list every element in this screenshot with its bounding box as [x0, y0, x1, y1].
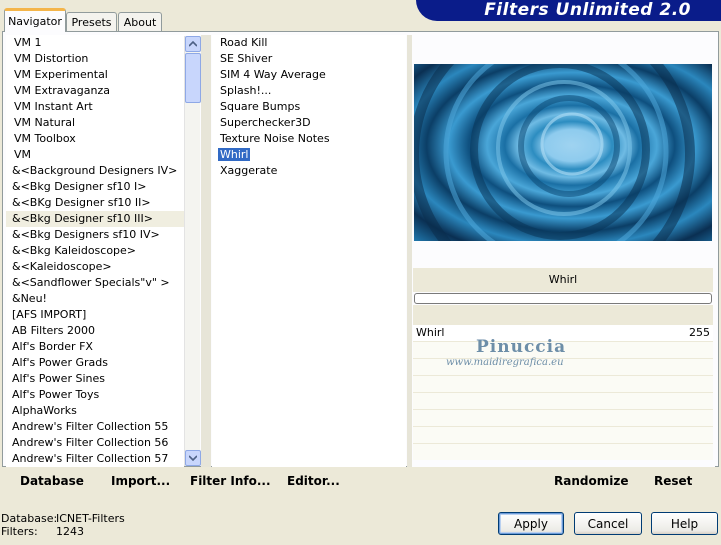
- filter-item[interactable]: Splash!...: [212, 83, 406, 99]
- category-item[interactable]: &<Kaleidoscope>: [6, 259, 184, 275]
- category-item[interactable]: VM Natural: [6, 115, 184, 131]
- database-status-label: Database:: [1, 512, 58, 525]
- category-item[interactable]: Andrew's Filter Collection 55: [6, 419, 184, 435]
- category-item[interactable]: AlphaWorks: [6, 403, 184, 419]
- category-item[interactable]: &<Bkg Designer sf10 III>: [6, 211, 184, 227]
- filter-item[interactable]: Road Kill: [212, 35, 406, 51]
- help-button[interactable]: Help: [651, 512, 718, 535]
- filter-item[interactable]: Square Bumps: [212, 99, 406, 115]
- chevron-down-icon: [189, 455, 197, 461]
- category-item[interactable]: Alf's Power Sines: [6, 371, 184, 387]
- filter-item-label: SIM 4 Way Average: [220, 68, 326, 81]
- app-title-banner: Filters Unlimited 2.0: [416, 0, 721, 21]
- apply-button[interactable]: Apply: [498, 512, 564, 535]
- tab-presets[interactable]: Presets: [66, 12, 117, 31]
- filter-item-label: Xaggerate: [220, 164, 278, 177]
- category-item[interactable]: &Neu!: [6, 291, 184, 307]
- category-item[interactable]: VM 1: [6, 35, 184, 51]
- filter-item-label: Whirl: [218, 148, 251, 161]
- category-item[interactable]: Alf's Power Grads: [6, 355, 184, 371]
- chevron-up-icon: [189, 41, 197, 47]
- filters-count-value: 1243: [56, 525, 84, 538]
- empty-param-slot: [413, 392, 713, 409]
- database-status-value: ICNET-Filters: [56, 512, 125, 525]
- category-item[interactable]: VM Distortion: [6, 51, 184, 67]
- category-list[interactable]: VM 1 VM Distortion VM Experimental VM Extra…: [6, 35, 184, 467]
- category-item[interactable]: Alf's Power Toys: [6, 387, 184, 403]
- filter-item-label: Square Bumps: [220, 100, 301, 113]
- filter-item-label: Splash!...: [220, 84, 272, 97]
- filter-preview-image: [414, 64, 712, 241]
- database-link[interactable]: Database: [20, 474, 84, 488]
- watermark-site: www.maidiregrafica.eu: [446, 357, 564, 368]
- filters-count-label: Filters:: [1, 525, 38, 538]
- param-value: 255: [689, 326, 710, 339]
- filter-item-label: Road Kill: [220, 36, 268, 49]
- filter-item-label: Texture Noise Notes: [220, 132, 330, 145]
- scroll-up-button[interactable]: [185, 36, 201, 52]
- filter-item[interactable]: Whirl: [212, 147, 406, 163]
- category-item[interactable]: VM: [6, 147, 184, 163]
- filter-item[interactable]: Texture Noise Notes: [212, 131, 406, 147]
- reset-link[interactable]: Reset: [654, 474, 692, 488]
- category-item[interactable]: &<Background Designers IV>: [6, 163, 184, 179]
- cancel-button[interactable]: Cancel: [574, 512, 642, 535]
- filter-info-link[interactable]: Filter Info...: [190, 474, 271, 488]
- empty-param-slot: [413, 443, 713, 460]
- filter-item[interactable]: Xaggerate: [212, 163, 406, 179]
- column-separator: [201, 35, 211, 467]
- progress-bar: [414, 293, 712, 304]
- category-item[interactable]: AB Filters 2000: [6, 323, 184, 339]
- category-scrollbar[interactable]: [184, 36, 201, 466]
- scroll-thumb[interactable]: [185, 53, 201, 103]
- category-item[interactable]: &<Bkg Designer sf10 I>: [6, 179, 184, 195]
- filter-item[interactable]: Superchecker3D: [212, 115, 406, 131]
- tab-about[interactable]: About: [118, 12, 162, 31]
- category-item[interactable]: &<Sandflower Specials"v" >: [6, 275, 184, 291]
- category-item[interactable]: VM Extravaganza: [6, 83, 184, 99]
- empty-param-slot: [413, 375, 713, 392]
- editor-link[interactable]: Editor...: [287, 474, 340, 488]
- filter-list[interactable]: Road Kill SE Shiver SIM 4 Way Average Splas…: [212, 35, 406, 467]
- category-item[interactable]: Alf's Border FX: [6, 339, 184, 355]
- tab-navigator[interactable]: Navigator: [4, 8, 66, 32]
- scroll-down-button[interactable]: [185, 450, 201, 466]
- category-item[interactable]: VM Experimental: [6, 67, 184, 83]
- import-link[interactable]: Import...: [111, 474, 170, 488]
- control-spacer: [413, 305, 713, 325]
- category-item[interactable]: &<BKg Designer sf10 II>: [6, 195, 184, 211]
- category-item[interactable]: VM Toolbox: [6, 131, 184, 147]
- category-item[interactable]: &<Bkg Designers sf10 IV>: [6, 227, 184, 243]
- filter-item-label: SE Shiver: [220, 52, 273, 65]
- watermark-name: Pinuccia: [476, 337, 567, 357]
- category-item[interactable]: VM Instant Art: [6, 99, 184, 115]
- category-item[interactable]: Andrew's Filter Collection 57: [6, 451, 184, 467]
- category-item[interactable]: &<Bkg Kaleidoscope>: [6, 243, 184, 259]
- param-label: Whirl: [416, 326, 445, 339]
- empty-param-slot: [413, 409, 713, 426]
- category-item[interactable]: [AFS IMPORT]: [6, 307, 184, 323]
- randomize-link[interactable]: Randomize: [554, 474, 628, 488]
- filter-item[interactable]: SIM 4 Way Average: [212, 67, 406, 83]
- filter-item[interactable]: SE Shiver: [212, 51, 406, 67]
- category-item[interactable]: Andrew's Filter Collection 56: [6, 435, 184, 451]
- filter-name-bar: Whirl: [413, 268, 713, 292]
- empty-param-slot: [413, 426, 713, 443]
- filter-item-label: Superchecker3D: [220, 116, 311, 129]
